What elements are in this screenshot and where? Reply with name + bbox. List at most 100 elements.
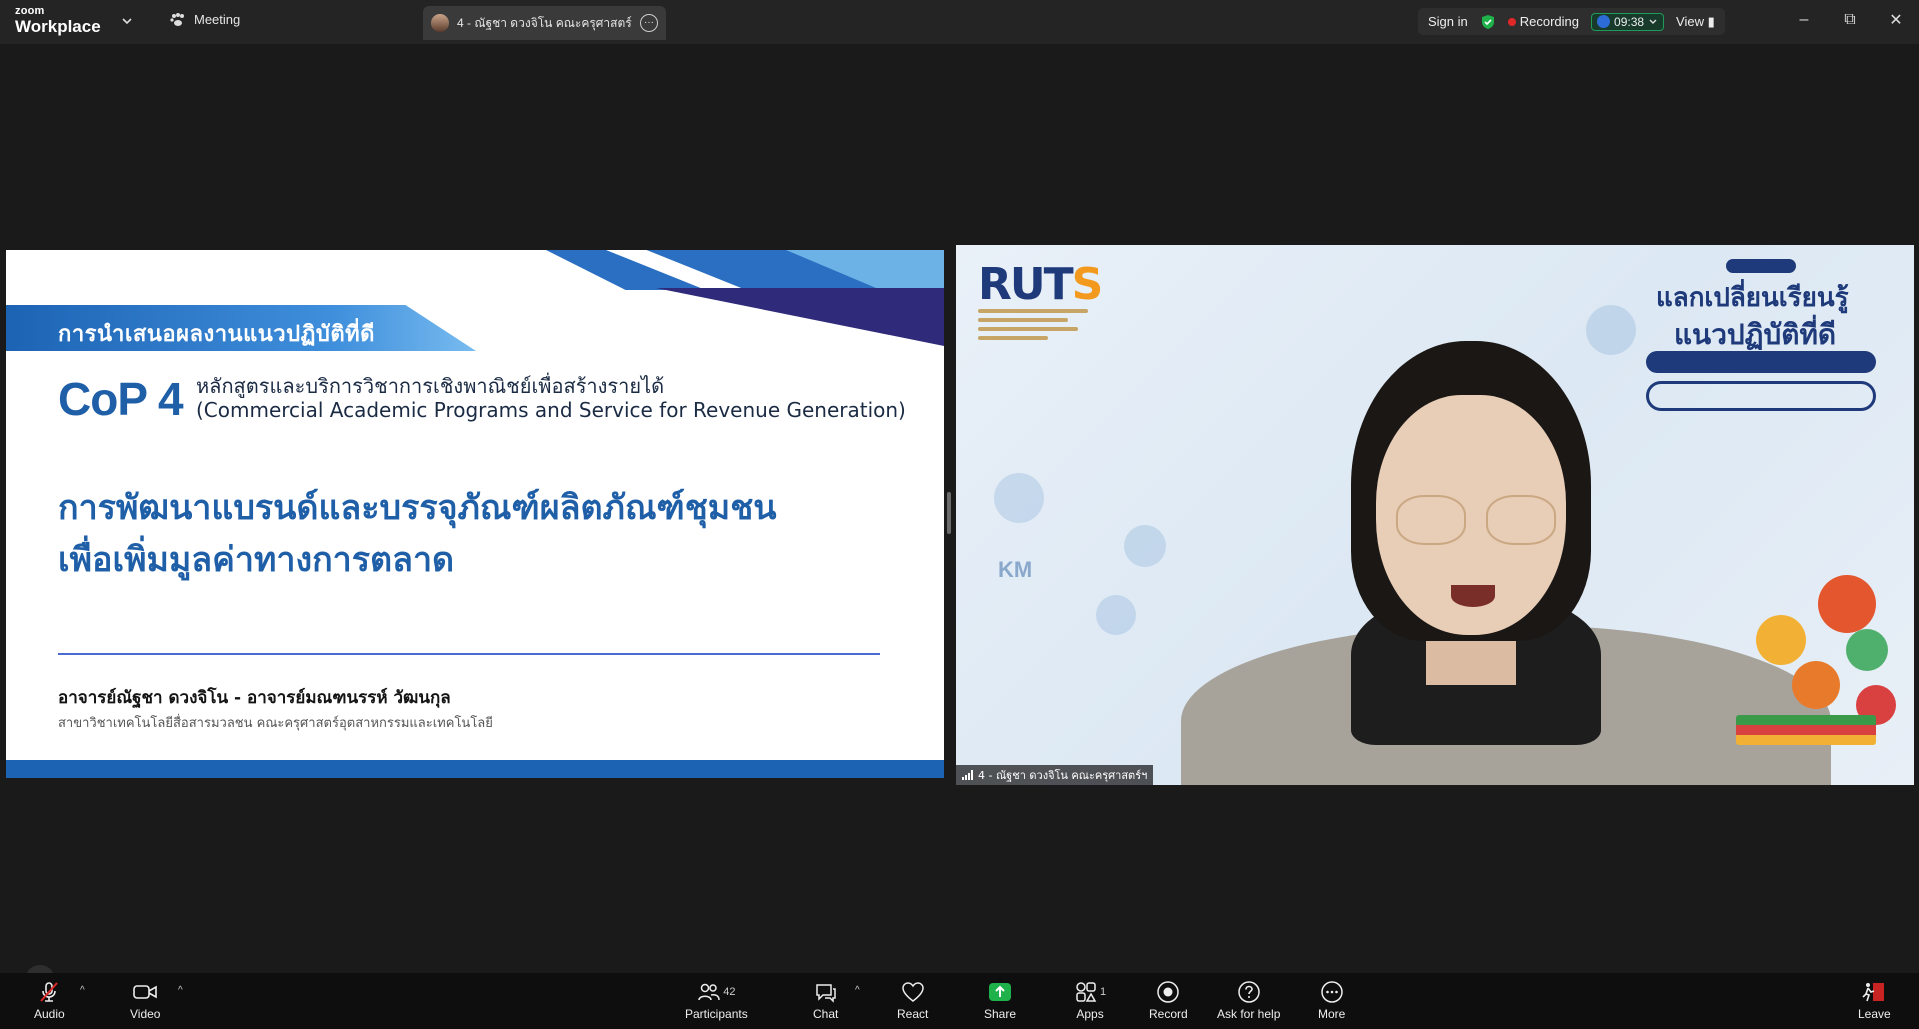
tab-meeting[interactable]: Meeting [170, 12, 240, 27]
chat-button[interactable]: Chat [813, 979, 838, 1021]
ask-for-help-label: Ask for help [1217, 1007, 1281, 1021]
slide-department: สาขาวิชาเทคโนโลยีสื่อสารมวลชน คณะครุศาสต… [58, 716, 493, 731]
view-button[interactable]: View ▮ [1676, 14, 1715, 30]
participants-count: 42 [723, 986, 736, 998]
person-mouth [1451, 585, 1495, 607]
leave-label: Leave [1858, 1007, 1891, 1021]
ask-for-help-button[interactable]: Ask for help [1217, 979, 1280, 1021]
participant-video[interactable]: RUTS แลกเปลี่ยนเรียนรู้ แนวปฏิบัติที่ดี … [956, 245, 1914, 785]
background-date-box [1646, 381, 1876, 411]
share-label: Share [984, 1007, 1017, 1021]
slide-title: การพัฒนาแบรนด์และบรรจุภัณฑ์ผลิตภัณฑ์ชุมช… [58, 482, 777, 586]
recording-label: Recording [1519, 14, 1580, 29]
ruts-logo: RUTS [978, 259, 1104, 310]
illustration-circle [1756, 615, 1806, 665]
video-camera-icon [133, 985, 158, 999]
brand-top: zoom [15, 5, 45, 17]
record-button[interactable]: Record [1149, 979, 1188, 1021]
background-km-text: KM [998, 557, 1033, 582]
video-button[interactable]: Video [130, 979, 160, 1021]
slide-decor-stripe [656, 288, 944, 346]
avatar [431, 14, 449, 32]
chevron-down-icon [1649, 19, 1657, 24]
share-button[interactable]: Share [984, 979, 1016, 1021]
sign-in-link[interactable]: Sign in [1428, 14, 1468, 29]
chat-label: Chat [813, 1007, 839, 1021]
meeting-toolbar: Audio ^ Video ^ 42 Participants Chat ^ R… [0, 973, 1919, 1029]
record-icon [1157, 981, 1180, 1003]
chat-icon [815, 984, 836, 1003]
more-options-icon[interactable]: ··· [640, 14, 658, 32]
apps-label: Apps [1076, 1007, 1104, 1021]
video-options-caret[interactable]: ^ [178, 985, 183, 996]
tab-meeting-label: Meeting [194, 12, 241, 27]
ruts-logo-text: RUTS [978, 259, 1104, 310]
meeting-status-bar: Sign in Recording 09:38 View ▮ [1418, 8, 1725, 35]
shield-check-icon[interactable] [1480, 14, 1496, 30]
help-icon [1237, 981, 1260, 1003]
ruts-logo-letter: S [1071, 259, 1104, 310]
background-pill [1646, 351, 1876, 373]
glasses-right [1486, 495, 1556, 545]
title-bar: zoom Workplace Meeting 4 - ณัฐชา ดวงจิโน… [0, 0, 1919, 44]
view-label: View [1676, 13, 1704, 29]
more-button[interactable]: More [1318, 979, 1345, 1021]
more-icon [1320, 981, 1343, 1003]
slide-title-line1: การพัฒนาแบรนด์และบรรจุภัณฑ์ผลิตภัณฑ์ชุมช… [58, 488, 777, 528]
apps-icon [1076, 982, 1097, 1002]
audio-label: Audio [34, 1007, 65, 1021]
bubble-decor [994, 473, 1044, 523]
apps-button[interactable]: 1 Apps [1074, 979, 1106, 1021]
glasses-left [1396, 495, 1466, 545]
audio-button[interactable]: Audio [34, 979, 65, 1021]
view-layout-icon: ▮ [1707, 13, 1715, 29]
splitter-handle[interactable] [947, 492, 951, 534]
clock-icon [1597, 15, 1611, 28]
slide-presenters: อาจารย์ณัฐชา ดวงจิโน - อาจารย์มณฑนรรห์ ว… [58, 688, 451, 708]
zoom-workplace-logo[interactable]: zoom Workplace [15, 5, 101, 36]
bubble-decor [1096, 595, 1136, 635]
react-label: React [897, 1007, 929, 1021]
slide-cop-number: CoP 4 [58, 373, 184, 425]
background-title-1: แลกเปลี่ยนเรียนรู้ [1656, 283, 1849, 313]
participant-nameplate: 4 - ณัฐชา ดวงจิโน คณะครุศาสตร์ฯ [956, 765, 1154, 785]
slide-cop-english: (Commercial Academic Programs and Servic… [196, 398, 906, 422]
meeting-timer[interactable]: 09:38 [1591, 12, 1665, 31]
microphone-muted-icon [40, 982, 59, 1002]
participants-button[interactable]: 42 Participants [685, 979, 748, 1021]
audio-options-caret[interactable]: ^ [80, 985, 85, 996]
chevron-down-icon[interactable] [120, 14, 134, 28]
restore-icon[interactable]: ⧉ [1827, 0, 1873, 40]
recording-indicator[interactable]: Recording [1507, 14, 1580, 29]
shared-screen-slide: การนำเสนอผลงานแนวปฏิบัติที่ดี CoP 4 หลัก… [6, 250, 944, 778]
background-illustration [1726, 575, 1906, 765]
apps-count: 1 [1100, 986, 1107, 998]
close-icon[interactable]: ✕ [1873, 0, 1919, 40]
illustration-books [1736, 715, 1876, 745]
illustration-circle [1818, 575, 1876, 633]
heart-icon [901, 982, 924, 1002]
bubble-decor [1124, 525, 1166, 567]
chat-options-caret[interactable]: ^ [855, 985, 860, 996]
minimize-icon[interactable]: – [1781, 0, 1827, 40]
participants-icon [698, 983, 720, 1001]
tab-screen-share[interactable]: 4 - ณัฐชา ดวงจิโน คณะครุศาสตร์ฯ's sc ··· [423, 6, 666, 40]
timer-value: 09:38 [1614, 14, 1645, 29]
illustration-circle [1846, 629, 1888, 671]
banner-badge [1726, 259, 1796, 273]
record-label: Record [1149, 1007, 1188, 1021]
illustration-circle [1792, 661, 1840, 709]
tab-screen-share-label: 4 - ณัฐชา ดวงจิโน คณะครุศาสตร์ฯ's sc [457, 15, 632, 30]
leave-door-icon [1862, 983, 1885, 1002]
leave-button[interactable]: Leave [1858, 979, 1891, 1021]
slide-banner-text: การนำเสนอผลงานแนวปฏิบัติที่ดี [58, 322, 375, 347]
more-label: More [1318, 1007, 1346, 1021]
video-label: Video [130, 1007, 161, 1021]
react-button[interactable]: React [897, 979, 928, 1021]
ruts-logo-subtitle [978, 309, 1098, 349]
record-dot-icon [1507, 18, 1516, 26]
signal-strength-icon [962, 770, 973, 780]
bubble-decor [1586, 305, 1636, 355]
brand-bottom: Workplace [15, 17, 101, 36]
participant-name: 4 - ณัฐชา ดวงจิโน คณะครุศาสตร์ฯ [978, 769, 1148, 782]
